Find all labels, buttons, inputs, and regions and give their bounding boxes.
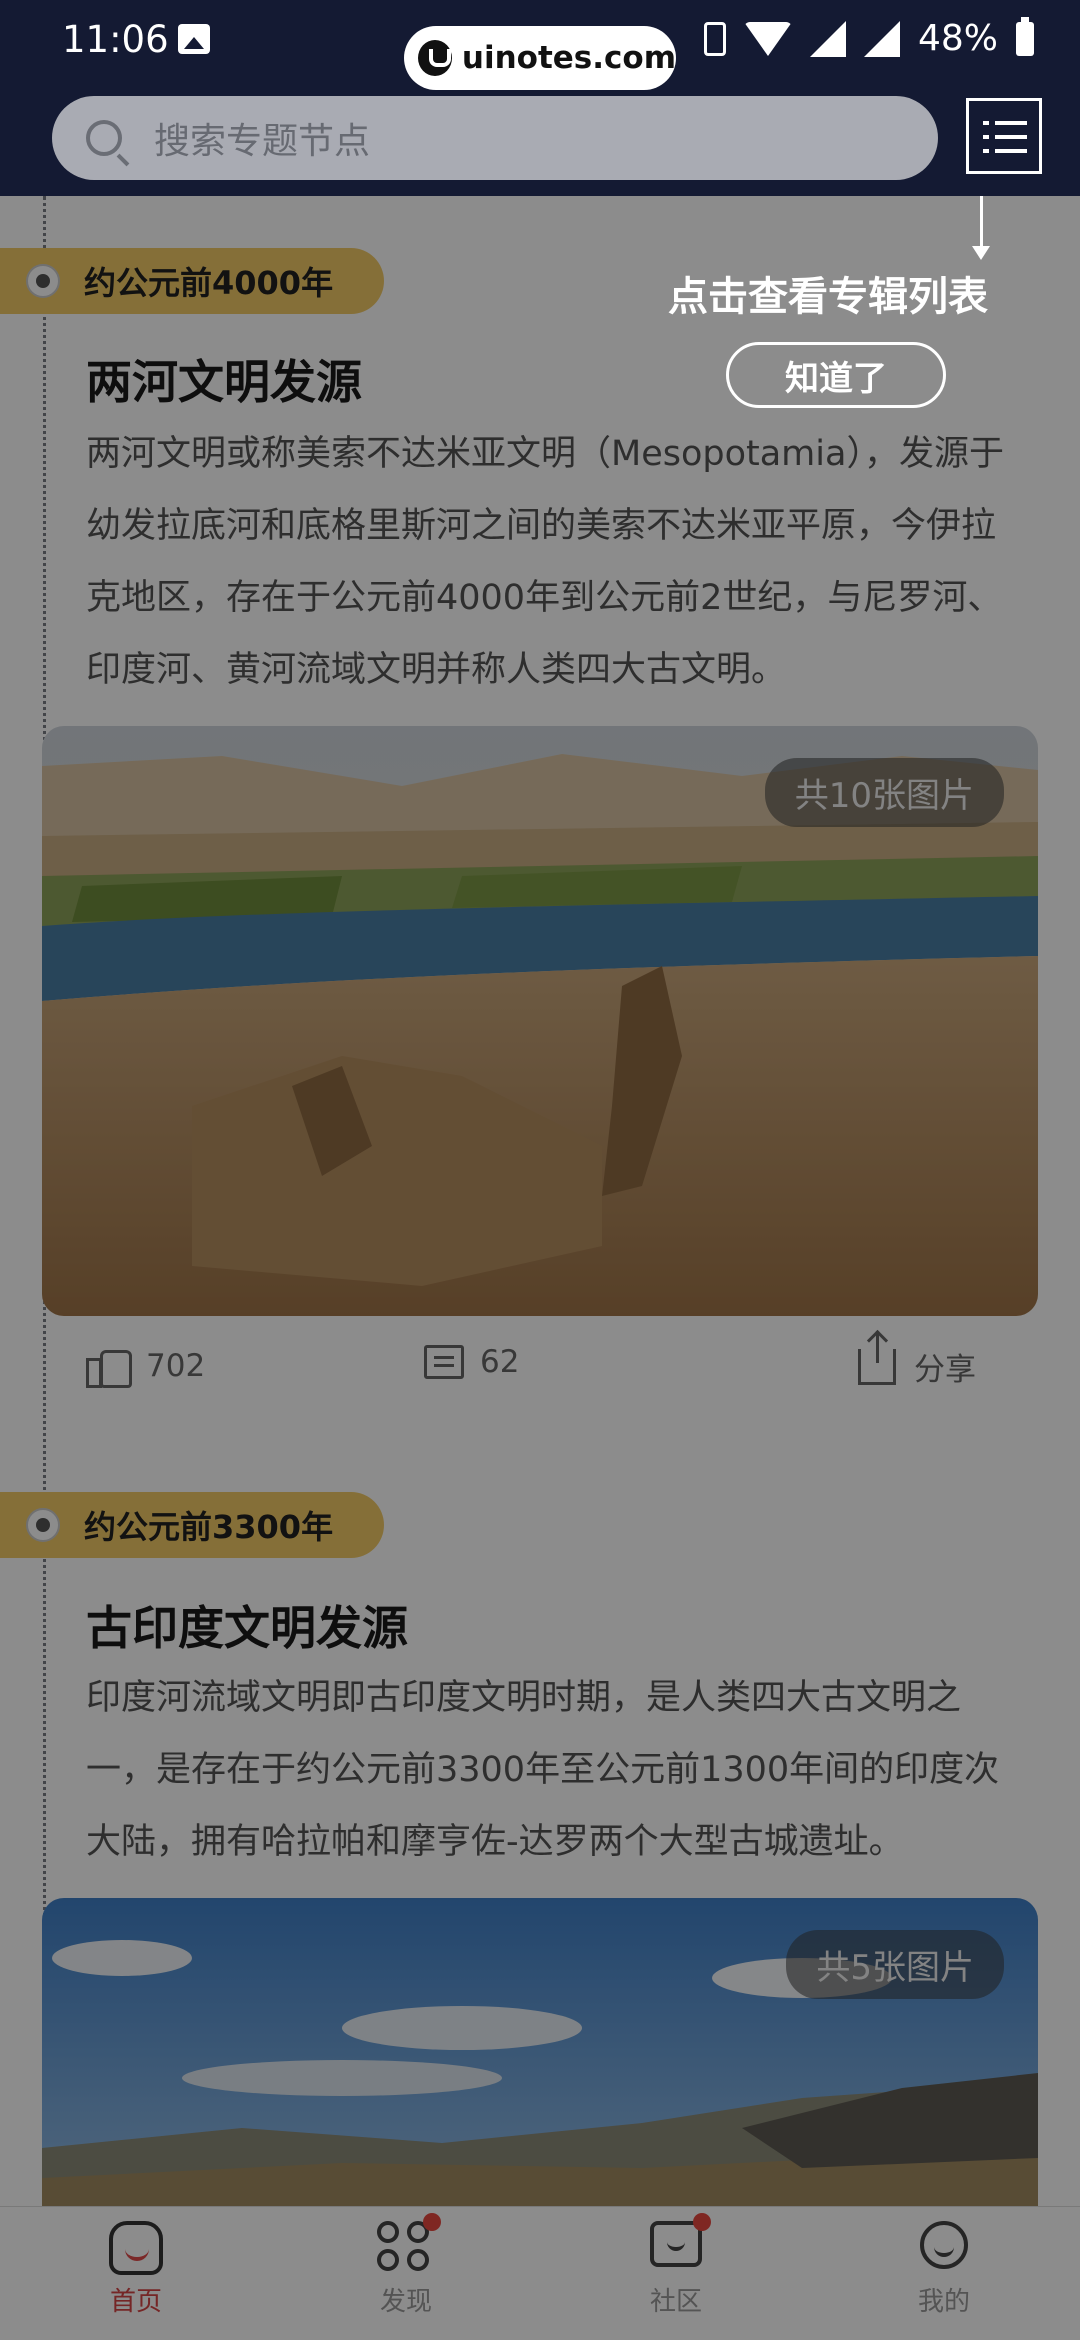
signal-icon bbox=[863, 20, 900, 57]
battery-icon bbox=[1016, 16, 1034, 56]
search-input[interactable]: 搜索专题节点 bbox=[52, 96, 938, 180]
status-icons: 48% bbox=[703, 16, 1034, 59]
wifi-icon bbox=[743, 21, 792, 56]
hint-arrow bbox=[972, 188, 990, 260]
status-time: 11:06 bbox=[62, 18, 169, 61]
image-notification-icon bbox=[178, 24, 210, 54]
battery-percent: 48% bbox=[917, 18, 998, 59]
watermark-text: uinotes.com bbox=[461, 40, 676, 76]
album-list-button[interactable] bbox=[966, 98, 1042, 174]
signal-icon bbox=[809, 20, 846, 57]
vibrate-icon bbox=[703, 21, 726, 56]
search-placeholder: 搜索专题节点 bbox=[154, 121, 371, 162]
search-icon bbox=[86, 120, 122, 156]
uinotes-logo-icon bbox=[418, 40, 452, 76]
header: 11:06 uinotes.com 48% 搜索专题节点 bbox=[0, 0, 1080, 196]
screen: 约公元前4000年 两河文明发源 两河文明或称美索不达米亚文明（Mesopota… bbox=[0, 0, 1080, 2340]
got-it-button[interactable]: 知道了 bbox=[726, 342, 946, 408]
watermark-badge: uinotes.com bbox=[404, 26, 676, 90]
hint-text: 点击查看专辑列表 bbox=[668, 274, 988, 320]
onboarding-overlay[interactable] bbox=[0, 196, 1080, 2340]
